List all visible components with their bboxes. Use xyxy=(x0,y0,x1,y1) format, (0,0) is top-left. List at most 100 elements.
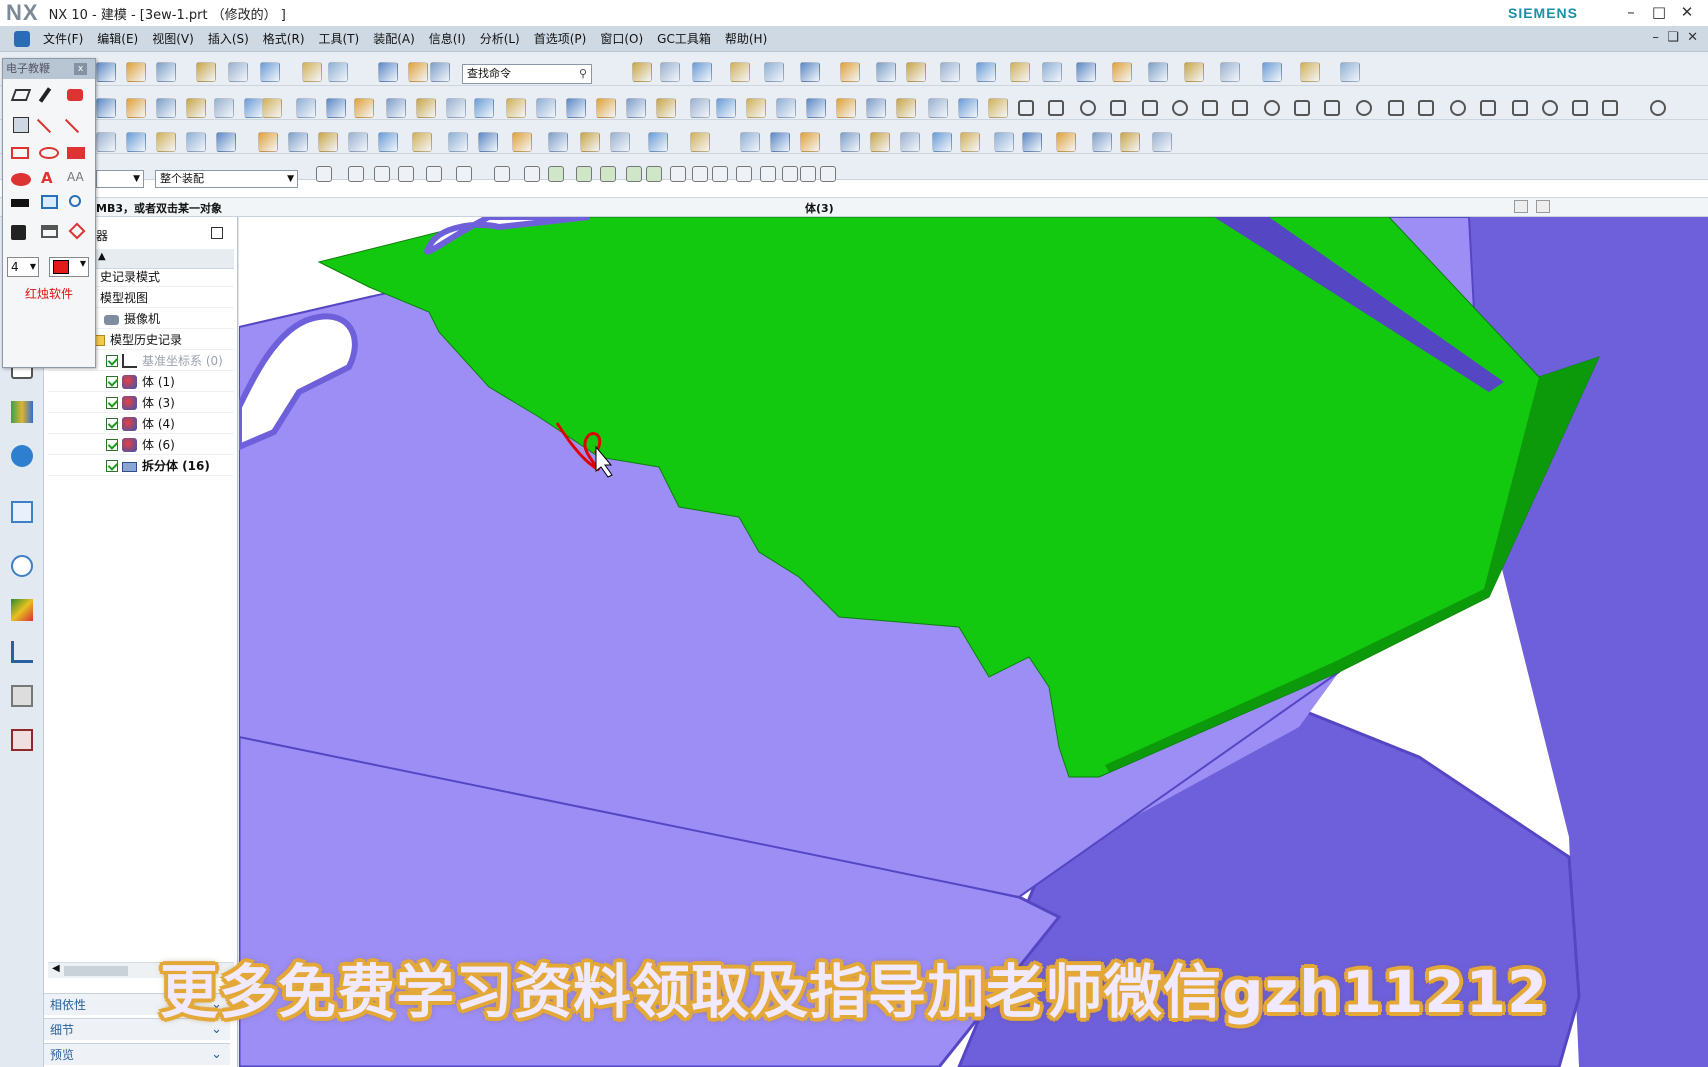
search-icon[interactable]: ⚲ xyxy=(579,65,587,83)
toolbar-tool-icon[interactable] xyxy=(126,98,146,118)
toolbar-tool-icon[interactable] xyxy=(646,166,662,182)
roles-icon[interactable] xyxy=(11,685,33,707)
toolbar-tool-icon[interactable] xyxy=(430,62,450,82)
toolbar-tool-icon[interactable] xyxy=(1148,62,1168,82)
toolbar-tool-icon[interactable] xyxy=(690,132,710,152)
toolbar-tool-icon[interactable] xyxy=(126,132,146,152)
toolbar-tool-icon[interactable] xyxy=(988,98,1008,118)
toolbar-tool-icon[interactable] xyxy=(398,166,414,182)
toolbar-tool-icon[interactable] xyxy=(186,132,206,152)
ellipse-filled-icon[interactable] xyxy=(11,173,31,186)
clock-icon[interactable] xyxy=(11,555,33,577)
toolbar-tool-icon[interactable] xyxy=(1324,100,1340,116)
toolbar-tool-icon[interactable] xyxy=(156,98,176,118)
toolbar-tool-icon[interactable] xyxy=(740,132,760,152)
system-scene-icon[interactable] xyxy=(11,729,33,751)
tree-row[interactable]: 拆分体 (16) xyxy=(48,456,234,476)
toolbar-tool-icon[interactable] xyxy=(1120,132,1140,152)
model-view[interactable] xyxy=(239,217,1708,1067)
toolbar-tool-icon[interactable] xyxy=(958,98,978,118)
close-icon[interactable]: ✕ xyxy=(1676,2,1698,22)
close-icon[interactable]: x xyxy=(74,63,87,75)
toolbar-tool-icon[interactable] xyxy=(96,62,116,82)
selection-filter-select[interactable]: ▼ xyxy=(96,170,144,188)
toolbar-tool-icon[interactable] xyxy=(896,98,916,118)
toolbar-tool-icon[interactable] xyxy=(1076,62,1096,82)
pen-icon[interactable] xyxy=(38,87,52,103)
toolbar-tool-icon[interactable] xyxy=(1056,132,1076,152)
toolbar-tool-icon[interactable] xyxy=(1018,100,1034,116)
menu-insert[interactable]: 插入(S) xyxy=(201,30,256,47)
toolbar-tool-icon[interactable] xyxy=(1388,100,1404,116)
open-folder-icon[interactable] xyxy=(41,225,58,238)
toolbar-tool-icon[interactable] xyxy=(746,98,766,118)
process-studio-icon[interactable] xyxy=(11,641,33,663)
toolbar-tool-icon[interactable] xyxy=(126,62,146,82)
toolbar-tool-icon[interactable] xyxy=(960,132,980,152)
eraser-icon[interactable] xyxy=(10,89,32,101)
toolbar-tool-icon[interactable] xyxy=(378,62,398,82)
menu-gc-toolbox[interactable]: GC工具箱 xyxy=(650,30,718,47)
sort-ascending-icon[interactable]: ▲ xyxy=(98,251,106,262)
toolbar-tool-icon[interactable] xyxy=(782,166,798,182)
toolbar-tool-icon[interactable] xyxy=(1202,100,1218,116)
toolbar-tool-icon[interactable] xyxy=(288,132,308,152)
toolbar-tool-icon[interactable] xyxy=(186,98,206,118)
toolbar-tool-icon[interactable] xyxy=(736,166,752,182)
toolbar-tool-icon[interactable] xyxy=(244,98,264,118)
menu-file[interactable]: 文件(F) xyxy=(36,30,90,47)
toolbar-tool-icon[interactable] xyxy=(1340,62,1360,82)
toolbar-tool-icon[interactable] xyxy=(328,62,348,82)
toolbar-tool-icon[interactable] xyxy=(692,62,712,82)
toolbar-tool-icon[interactable] xyxy=(1112,62,1132,82)
toolbar-tool-icon[interactable] xyxy=(408,62,428,82)
toolbar-tool-icon[interactable] xyxy=(906,62,926,82)
visibility-checkbox[interactable] xyxy=(106,376,118,388)
toolbar-tool-icon[interactable] xyxy=(730,62,750,82)
toolbar-tool-icon[interactable] xyxy=(1142,100,1158,116)
scroll-left-icon[interactable]: ◀ xyxy=(52,963,60,974)
toolbar-tool-icon[interactable] xyxy=(1152,132,1172,152)
toolbar-tool-icon[interactable] xyxy=(1110,100,1126,116)
visibility-checkbox[interactable] xyxy=(106,418,118,430)
toolbar-tool-icon[interactable] xyxy=(1232,100,1248,116)
toolbar-tool-icon[interactable] xyxy=(258,132,278,152)
visibility-checkbox[interactable] xyxy=(106,397,118,409)
toolbar-tool-icon[interactable] xyxy=(1300,62,1320,82)
scroll-thumb[interactable] xyxy=(64,966,128,976)
toolbar-tool-icon[interactable] xyxy=(446,98,466,118)
toolbar-tool-icon[interactable] xyxy=(412,132,432,152)
toolbar-tool-icon[interactable] xyxy=(1572,100,1588,116)
toolbar-tool-icon[interactable] xyxy=(316,166,332,182)
toolbar-tool-icon[interactable] xyxy=(656,98,676,118)
toolbar-tool-icon[interactable] xyxy=(214,98,234,118)
toolbar-tool-icon[interactable] xyxy=(1294,100,1310,116)
toolbar-tool-icon[interactable] xyxy=(548,132,568,152)
toolbar-tool-icon[interactable] xyxy=(1418,100,1434,116)
toolbar-tool-icon[interactable] xyxy=(1450,100,1466,116)
maximize-icon[interactable]: □ xyxy=(1648,2,1670,22)
visibility-checkbox[interactable] xyxy=(106,439,118,451)
menu-analysis[interactable]: 分析(L) xyxy=(473,30,527,47)
toolbar-tool-icon[interactable] xyxy=(494,166,510,182)
toolbar-tool-icon[interactable] xyxy=(610,132,630,152)
toolbar-tool-icon[interactable] xyxy=(940,62,960,82)
toolbar-tool-icon[interactable] xyxy=(800,132,820,152)
toolbar-tool-icon[interactable] xyxy=(866,98,886,118)
doc-window-controls[interactable]: – ❏ ✕ xyxy=(1652,30,1698,45)
menu-format[interactable]: 格式(R) xyxy=(256,30,312,47)
toolbar-tool-icon[interactable] xyxy=(1172,100,1188,116)
graphics-window[interactable] xyxy=(239,217,1708,1067)
screen-capture-icon[interactable] xyxy=(41,195,58,209)
toolbar-tool-icon[interactable] xyxy=(1184,62,1204,82)
minimize-icon[interactable]: – xyxy=(1620,2,1642,22)
toolbar-tool-icon[interactable] xyxy=(378,132,398,152)
web-browser-icon[interactable] xyxy=(11,445,33,467)
tree-row[interactable]: 体 (4) xyxy=(48,414,234,434)
toolbar-tool-icon[interactable] xyxy=(900,132,920,152)
toolbar-tool-icon[interactable] xyxy=(1264,100,1280,116)
toolbar-tool-icon[interactable] xyxy=(712,166,728,182)
view-option-icon[interactable] xyxy=(1514,200,1528,213)
history-icon[interactable] xyxy=(11,501,33,523)
toolbar-tool-icon[interactable] xyxy=(1356,100,1372,116)
